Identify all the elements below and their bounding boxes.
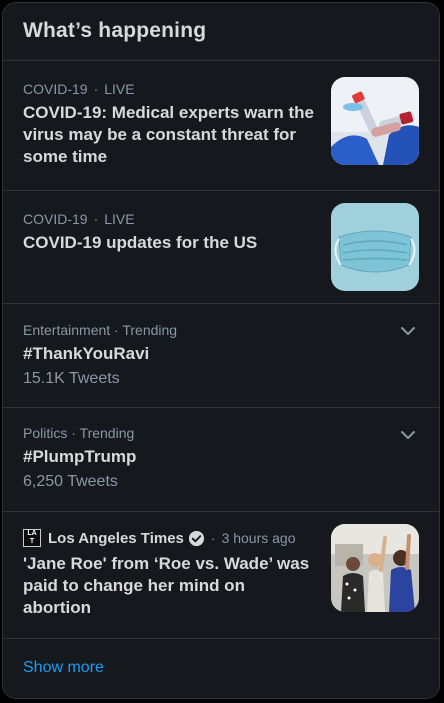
- trend-context: Entertainment · Trending: [23, 322, 178, 338]
- trend-headline: COVID-19 updates for the US: [23, 233, 258, 252]
- trend-status: LIVE: [104, 81, 135, 97]
- lab-samples-image: [331, 77, 419, 165]
- trend-context: Politics · Trending: [23, 425, 135, 441]
- trend-category: COVID-19: [23, 211, 88, 227]
- news-headline: 'Jane Roe' from ‘Roe vs. Wade’ was paid …: [23, 554, 310, 617]
- trend-tweet-count: 15.1K Tweets: [23, 370, 120, 387]
- trend-tweet-count: 6,250 Tweets: [23, 473, 118, 490]
- face-mask-image: [331, 203, 419, 291]
- panel-header: What’s happening: [3, 3, 439, 61]
- trend-headline: COVID-19: Medical experts warn the virus…: [23, 103, 314, 166]
- verified-badge-icon: [188, 530, 204, 546]
- chevron-down-icon[interactable]: [399, 322, 417, 340]
- news-time: 3 hours ago: [221, 530, 296, 546]
- news-source: Los Angeles Times: [48, 529, 184, 547]
- news-item-latimes[interactable]: LA T Los Angeles Times · 3 hours ago 'Jan…: [3, 512, 439, 639]
- la-times-logo-icon: LA T: [23, 529, 41, 547]
- trend-category: COVID-19: [23, 81, 88, 97]
- show-more-link[interactable]: Show more: [3, 639, 439, 698]
- trend-tag: #ThankYouRavi: [23, 344, 150, 363]
- trend-tag: #PlumpTrump: [23, 447, 137, 466]
- trend-item-covid-us[interactable]: COVID-19 · LIVE COVID-19 updates for the…: [3, 191, 439, 304]
- trends-panel: What’s happening COVID-19 · LIVE COVID-1…: [2, 2, 440, 699]
- trend-status: LIVE: [104, 211, 135, 227]
- panel-title: What’s happening: [23, 19, 207, 42]
- trend-item-covid-experts[interactable]: COVID-19 · LIVE COVID-19: Medical expert…: [3, 61, 439, 191]
- chevron-down-icon[interactable]: [399, 426, 417, 444]
- protest-photo-image: [331, 524, 419, 612]
- trend-item-plumptrump[interactable]: Politics · Trending #PlumpTrump 6,250 Tw…: [3, 408, 439, 512]
- trend-item-thankyouravi[interactable]: Entertainment · Trending #ThankYouRavi 1…: [3, 304, 439, 408]
